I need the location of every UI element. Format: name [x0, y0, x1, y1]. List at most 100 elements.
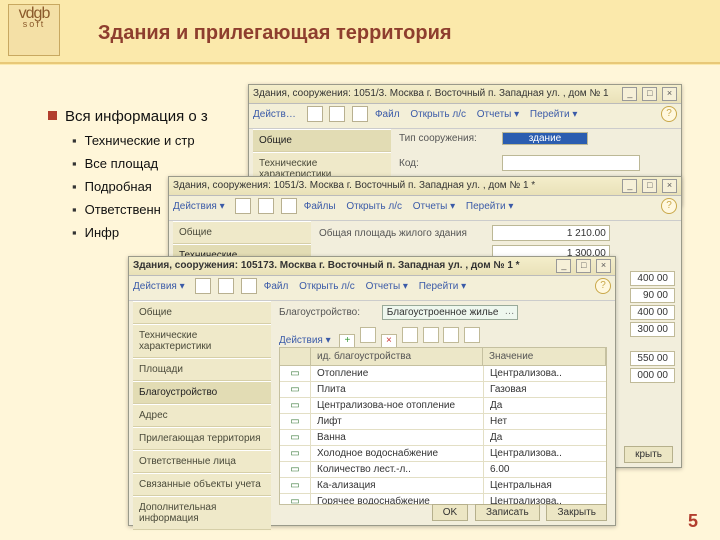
reports-link[interactable]: Отчеты ▾	[413, 201, 455, 212]
open-ls-link[interactable]: Открыть л/с	[299, 281, 355, 292]
table-row[interactable]: ▭Холодное водоснабжениеЦентрализова..	[280, 446, 606, 462]
tool-icon[interactable]	[307, 106, 323, 122]
titlebar[interactable]: Здания, сооружения: 105173. Москва г. Во…	[129, 257, 615, 276]
save-button[interactable]: Записать	[475, 504, 540, 521]
tool-icon[interactable]	[258, 198, 274, 214]
side-tab-general[interactable]: Общие	[133, 301, 271, 324]
code-input[interactable]	[502, 155, 640, 171]
cell-id: Централизова-ное отопление	[311, 398, 484, 413]
close-icon[interactable]: ×	[596, 259, 611, 273]
comfort-table[interactable]: ид. благоустройства Значение ▭ОтоплениеЦ…	[279, 347, 607, 505]
tool-icon[interactable]	[195, 278, 211, 294]
col-id[interactable]: ид. благоустройства	[311, 348, 483, 365]
table-row[interactable]: ▭ОтоплениеЦентрализова..	[280, 366, 606, 382]
cell-id: Количество лест.-л..	[311, 462, 484, 477]
side-tab-linked[interactable]: Связанные объекты учета	[133, 473, 271, 496]
table-row[interactable]: ▭Количество лест.-л..6.00	[280, 462, 606, 478]
open-ls-link[interactable]: Открыть л/с	[346, 201, 402, 212]
side-tab-territory[interactable]: Прилегающая территория	[133, 427, 271, 450]
table-row[interactable]: ▭ПлитаГазовая	[280, 382, 606, 398]
cell-value: Централизова..	[484, 366, 606, 381]
page-title: Здания и прилегающая территория	[98, 22, 452, 45]
table-toolbar: Действия ▾ + ×	[279, 327, 482, 345]
row-icon: ▭	[280, 430, 311, 445]
cell-id: Ка-ализация	[311, 478, 484, 493]
goto-link[interactable]: Перейти ▾	[530, 109, 577, 120]
field-value[interactable]: здание	[502, 132, 588, 145]
table-row[interactable]: ▭ЛифтНет	[280, 414, 606, 430]
maximize-icon[interactable]: □	[642, 179, 657, 193]
bullet-item: Все площад	[72, 156, 208, 171]
close-button[interactable]: Закрыть	[546, 504, 607, 521]
field-label: Общая площадь жилого здания	[319, 228, 489, 239]
minimize-icon[interactable]: _	[622, 87, 637, 101]
tool-icon[interactable]	[281, 198, 297, 214]
side-tab-responsible[interactable]: Ответственные лица	[133, 450, 271, 473]
col-value[interactable]: Значение	[483, 348, 606, 365]
tool-icon[interactable]	[443, 327, 459, 343]
row-icon: ▭	[280, 462, 311, 477]
side-tab-comfort[interactable]: Благоустройство	[133, 381, 271, 404]
cell-id: Отопление	[311, 366, 484, 381]
open-ls-link[interactable]: Открыть л/с	[410, 109, 466, 120]
minimize-icon[interactable]: _	[556, 259, 571, 273]
titlebar[interactable]: Здания, сооружения: 1051/3. Москва г. Во…	[249, 85, 681, 104]
close-icon[interactable]: ×	[662, 179, 677, 193]
field-label: Тип сооружения:	[399, 133, 499, 144]
tool-icon[interactable]	[218, 278, 234, 294]
maximize-icon[interactable]: □	[642, 87, 657, 101]
table-row[interactable]: ▭Централизова-ное отоплениеДа	[280, 398, 606, 414]
side-tab-areas[interactable]: Площади	[133, 358, 271, 381]
file-link[interactable]: Файл	[375, 109, 400, 120]
value-column: 400 00 90 00 400 00 300 00 550 00 000 00	[630, 269, 675, 385]
actions-menu[interactable]: Действ…	[253, 109, 296, 120]
help-icon[interactable]: ?	[595, 278, 611, 294]
ok-button[interactable]: OK	[432, 504, 468, 521]
col-icon	[280, 348, 311, 365]
cell-id: Лифт	[311, 414, 484, 429]
side-tab-tech[interactable]: Технические характеристики	[133, 324, 271, 358]
area-input[interactable]	[492, 225, 610, 241]
side-tab[interactable]: Общие	[173, 221, 311, 244]
side-tab[interactable]: Общие	[253, 129, 391, 152]
close-icon[interactable]: ×	[662, 87, 677, 101]
titlebar[interactable]: Здания, сооружения: 1051/3. Москва г. Во…	[169, 177, 681, 196]
side-tab-extra[interactable]: Дополнительная информация	[133, 496, 271, 530]
reports-link[interactable]: Отчеты ▾	[366, 281, 408, 292]
goto-link[interactable]: Перейти ▾	[419, 281, 466, 292]
maximize-icon[interactable]: □	[576, 259, 591, 273]
reports-link[interactable]: Отчеты ▾	[477, 109, 519, 120]
help-icon[interactable]: ?	[661, 106, 677, 122]
tool-icon[interactable]	[464, 327, 480, 343]
actions-menu[interactable]: Действия ▾	[279, 335, 331, 346]
cell-id: Плита	[311, 382, 484, 397]
table-row[interactable]: ▭ВаннаДа	[280, 430, 606, 446]
close-button[interactable]: крыть	[624, 446, 673, 463]
row-icon: ▭	[280, 414, 311, 429]
tool-icon[interactable]	[423, 327, 439, 343]
tool-icon[interactable]	[241, 278, 257, 294]
side-tab-address[interactable]: Адрес	[133, 404, 271, 427]
field-label: Код:	[399, 158, 499, 169]
tool-icon[interactable]	[329, 106, 345, 122]
file-link[interactable]: Файлы	[304, 201, 336, 212]
comfort-select[interactable]: Благоустроенное жилье	[382, 305, 518, 320]
help-icon[interactable]: ?	[661, 198, 677, 214]
tool-icon[interactable]	[402, 327, 418, 343]
row-icon: ▭	[280, 398, 311, 413]
tool-icon[interactable]	[352, 106, 368, 122]
table-row[interactable]: ▭Ка-ализацияЦентральная	[280, 478, 606, 494]
row-icon: ▭	[280, 478, 311, 493]
cell-value: Да	[484, 430, 606, 445]
tool-icon[interactable]	[235, 198, 251, 214]
actions-menu[interactable]: Действия ▾	[173, 201, 225, 212]
cell-value: Централизова..	[484, 446, 606, 461]
row-icon: ▭	[280, 446, 311, 461]
actions-menu[interactable]: Действия ▾	[133, 281, 185, 292]
file-link[interactable]: Файл	[264, 281, 289, 292]
edit-icon[interactable]	[360, 327, 376, 343]
cell-value: Газовая	[484, 382, 606, 397]
goto-link[interactable]: Перейти ▾	[466, 201, 513, 212]
minimize-icon[interactable]: _	[622, 179, 637, 193]
toolbar: Действия ▾ Файлы Открыть л/с Отчеты ▾ Пе…	[169, 196, 681, 221]
